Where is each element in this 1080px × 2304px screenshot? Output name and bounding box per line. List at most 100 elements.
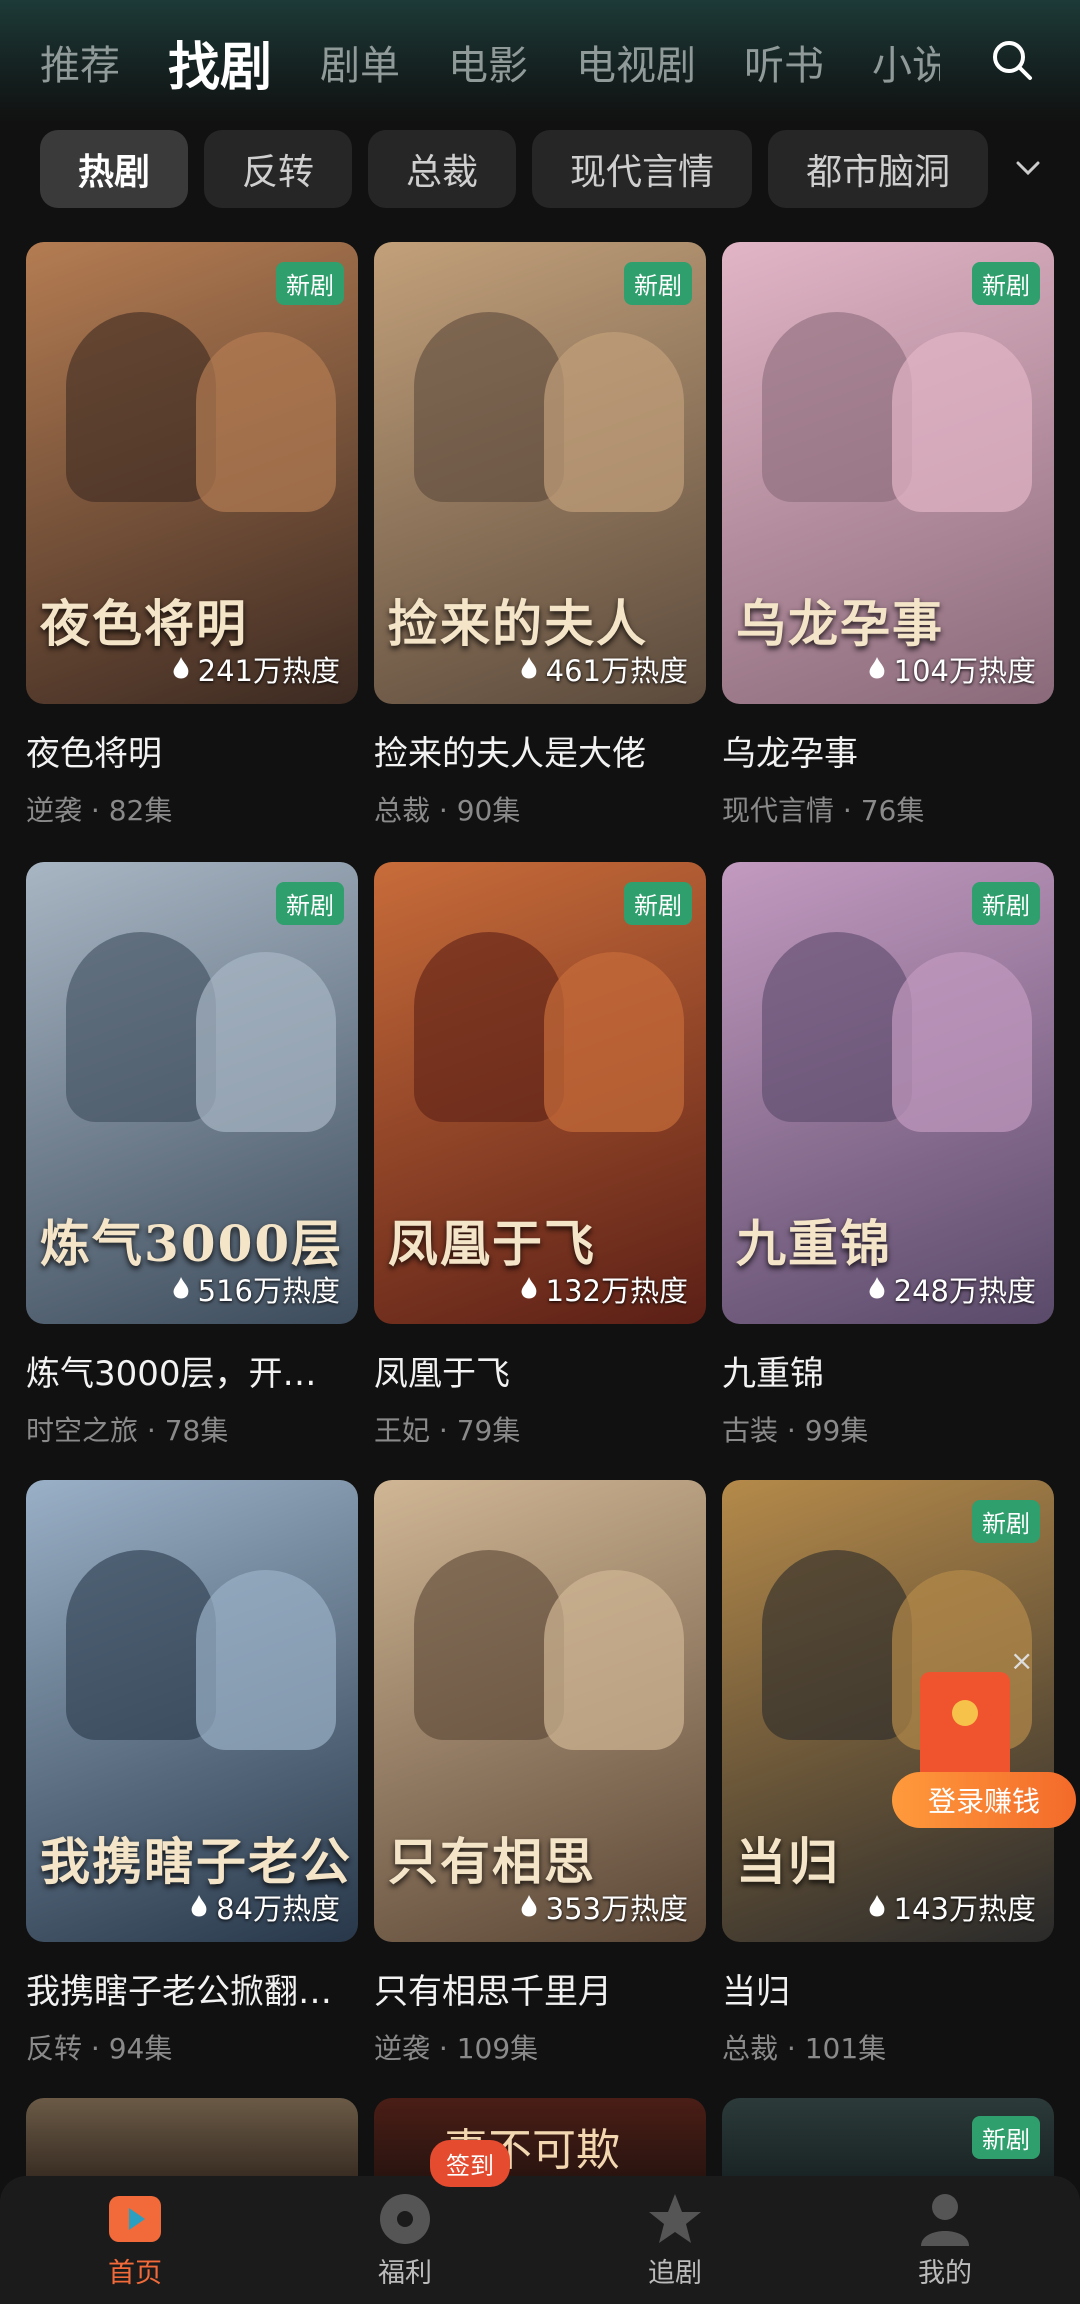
poster-image: 只有相思 353万热度 <box>374 1480 706 1942</box>
poster-title-text: 只有相思 <box>388 1832 596 1891</box>
drama-card[interactable]: 新剧 捡来的夫人 461万热度 捡来的夫人是大佬 总裁 · 90集 <box>374 242 706 829</box>
chip-ceo[interactable]: 总裁 <box>368 130 517 208</box>
poster-title-text: 九重锦 <box>736 1214 892 1273</box>
drama-meta: 王妃 · 79集 <box>374 1414 521 1447</box>
drama-title: 夜色将明 <box>26 734 162 774</box>
poster-figure <box>762 312 912 502</box>
nav-following[interactable]: 追剧 <box>575 2191 775 2290</box>
poster-figure <box>66 932 216 1122</box>
flame-icon <box>521 1895 537 1917</box>
poster-title-text: 乌龙孕事 <box>736 594 944 653</box>
drama-meta: 总裁 · 90集 <box>374 794 521 827</box>
drama-title: 乌龙孕事 <box>722 734 858 774</box>
chevron-down-icon[interactable] <box>1010 150 1046 186</box>
flame-icon <box>173 1277 189 1299</box>
poster-figure <box>66 1550 216 1740</box>
new-badge: 新剧 <box>276 882 344 925</box>
poster-figure <box>66 312 216 502</box>
drama-meta: 总裁 · 101集 <box>722 2032 887 2065</box>
category-tabs: 推荐 找剧 剧单 电影 电视剧 听书 小说 <box>40 22 940 102</box>
flame-icon <box>869 1895 885 1917</box>
heat-count: 104万热度 <box>868 648 1036 690</box>
drama-card-partial[interactable]: 新剧 <box>722 2098 1054 2176</box>
poster-image: 新剧 <box>722 2098 1054 2176</box>
poster-figure <box>544 1570 684 1750</box>
heat-count: 353万热度 <box>520 1886 688 1928</box>
new-badge: 新剧 <box>624 262 692 305</box>
poster-image: 新剧 乌龙孕事 104万热度 <box>722 242 1054 704</box>
search-icon[interactable] <box>988 36 1036 84</box>
poster-image: 新剧 夜色将明 241万热度 <box>26 242 358 704</box>
poster-image: 我携瞎子老公 84万热度 <box>26 1480 358 1942</box>
drama-meta: 逆袭 · 82集 <box>26 794 173 827</box>
poster-figure <box>414 932 564 1122</box>
drama-card[interactable]: 我携瞎子老公 84万热度 我携瞎子老公掀翻… 反转 · 94集 <box>26 1480 358 2067</box>
poster-figure <box>544 952 684 1132</box>
star-icon <box>647 2191 703 2247</box>
poster-image: 妻不可欺 <box>374 2098 706 2176</box>
chip-modern-romance[interactable]: 现代言情 <box>532 130 753 208</box>
tab-tv-series[interactable]: 电视剧 <box>576 33 696 91</box>
chip-urban-fantasy[interactable]: 都市脑洞 <box>768 130 989 208</box>
drama-meta: 时空之旅 · 78集 <box>26 1414 229 1447</box>
nav-label: 我的 <box>918 2257 972 2289</box>
heat-text: 104万热度 <box>893 654 1036 688</box>
poster-figure <box>414 1550 564 1740</box>
new-badge: 新剧 <box>972 2116 1040 2159</box>
heat-text: 461万热度 <box>545 654 688 688</box>
poster-image <box>26 2098 358 2176</box>
close-promo-icon[interactable]: × <box>1010 1644 1033 1677</box>
tab-drama-list[interactable]: 剧单 <box>320 33 400 91</box>
flame-icon <box>869 1277 885 1299</box>
chip-hot[interactable]: 热剧 <box>40 130 189 208</box>
nav-welfare[interactable]: 福利 <box>305 2191 505 2290</box>
drama-meta: 反转 · 94集 <box>26 2032 173 2065</box>
drama-meta: 古装 · 99集 <box>722 1414 869 1447</box>
profile-icon <box>917 2191 973 2247</box>
new-badge: 新剧 <box>972 262 1040 305</box>
login-earn-button[interactable]: 登录赚钱 <box>892 1772 1076 1828</box>
poster-figure <box>762 1550 912 1740</box>
drama-card[interactable]: 新剧 乌龙孕事 104万热度 乌龙孕事 现代言情 · 76集 <box>722 242 1054 829</box>
drama-card[interactable]: 新剧 夜色将明 241万热度 夜色将明 逆袭 · 82集 <box>26 242 358 829</box>
new-badge: 新剧 <box>972 882 1040 925</box>
poster-image: 新剧 凤凰于飞 132万热度 <box>374 862 706 1324</box>
heat-count: 84万热度 <box>190 1886 340 1928</box>
drama-title: 凤凰于飞 <box>374 1354 510 1394</box>
heat-text: 84万热度 <box>216 1892 340 1926</box>
heat-count: 516万热度 <box>172 1268 340 1310</box>
tab-recommend[interactable]: 推荐 <box>40 33 120 91</box>
flame-icon <box>521 1277 537 1299</box>
nav-home[interactable]: 首页 <box>35 2191 235 2290</box>
heat-text: 353万热度 <box>545 1892 688 1926</box>
nav-label: 首页 <box>108 2257 162 2289</box>
chip-twist[interactable]: 反转 <box>204 130 353 208</box>
drama-card-partial[interactable]: 妻不可欺 <box>374 2098 706 2176</box>
heat-count: 143万热度 <box>868 1886 1036 1928</box>
drama-card[interactable]: 只有相思 353万热度 只有相思千里月 逆袭 · 109集 <box>374 1480 706 2067</box>
drama-meta: 逆袭 · 109集 <box>374 2032 539 2065</box>
heat-text: 132万热度 <box>545 1274 688 1308</box>
tab-movie[interactable]: 电影 <box>448 33 528 91</box>
poster-title-text: 炼气3000层 <box>40 1214 344 1273</box>
heat-count: 241万热度 <box>172 648 340 690</box>
drama-card[interactable]: 新剧 炼气3000层 516万热度 炼气3000层，开… 时空之旅 · 78集 <box>26 862 358 1449</box>
new-badge: 新剧 <box>276 262 344 305</box>
red-envelope-icon[interactable] <box>920 1672 1010 1788</box>
heat-text: 516万热度 <box>197 1274 340 1308</box>
tab-find-drama[interactable]: 找剧 <box>168 25 272 100</box>
poster-figure <box>892 332 1032 512</box>
poster-figure <box>196 332 336 512</box>
drama-card[interactable]: 新剧 九重锦 248万热度 九重锦 古装 · 99集 <box>722 862 1054 1449</box>
poster-figure <box>196 952 336 1132</box>
drama-card[interactable]: 新剧 凤凰于飞 132万热度 凤凰于飞 王妃 · 79集 <box>374 862 706 1449</box>
tab-novel[interactable]: 小说 <box>872 33 940 91</box>
signin-badge[interactable]: 签到 <box>430 2140 510 2187</box>
filter-chips: 热剧 反转 总裁 现代言情 都市脑洞 <box>40 130 1004 208</box>
poster-image: 新剧 九重锦 248万热度 <box>722 862 1054 1324</box>
drama-card-partial[interactable] <box>26 2098 358 2176</box>
tab-audiobook[interactable]: 听书 <box>744 33 824 91</box>
nav-label: 福利 <box>378 2257 432 2289</box>
top-navigation: 推荐 找剧 剧单 电影 电视剧 听书 小说 <box>0 0 1080 122</box>
nav-profile[interactable]: 我的 <box>845 2191 1045 2290</box>
